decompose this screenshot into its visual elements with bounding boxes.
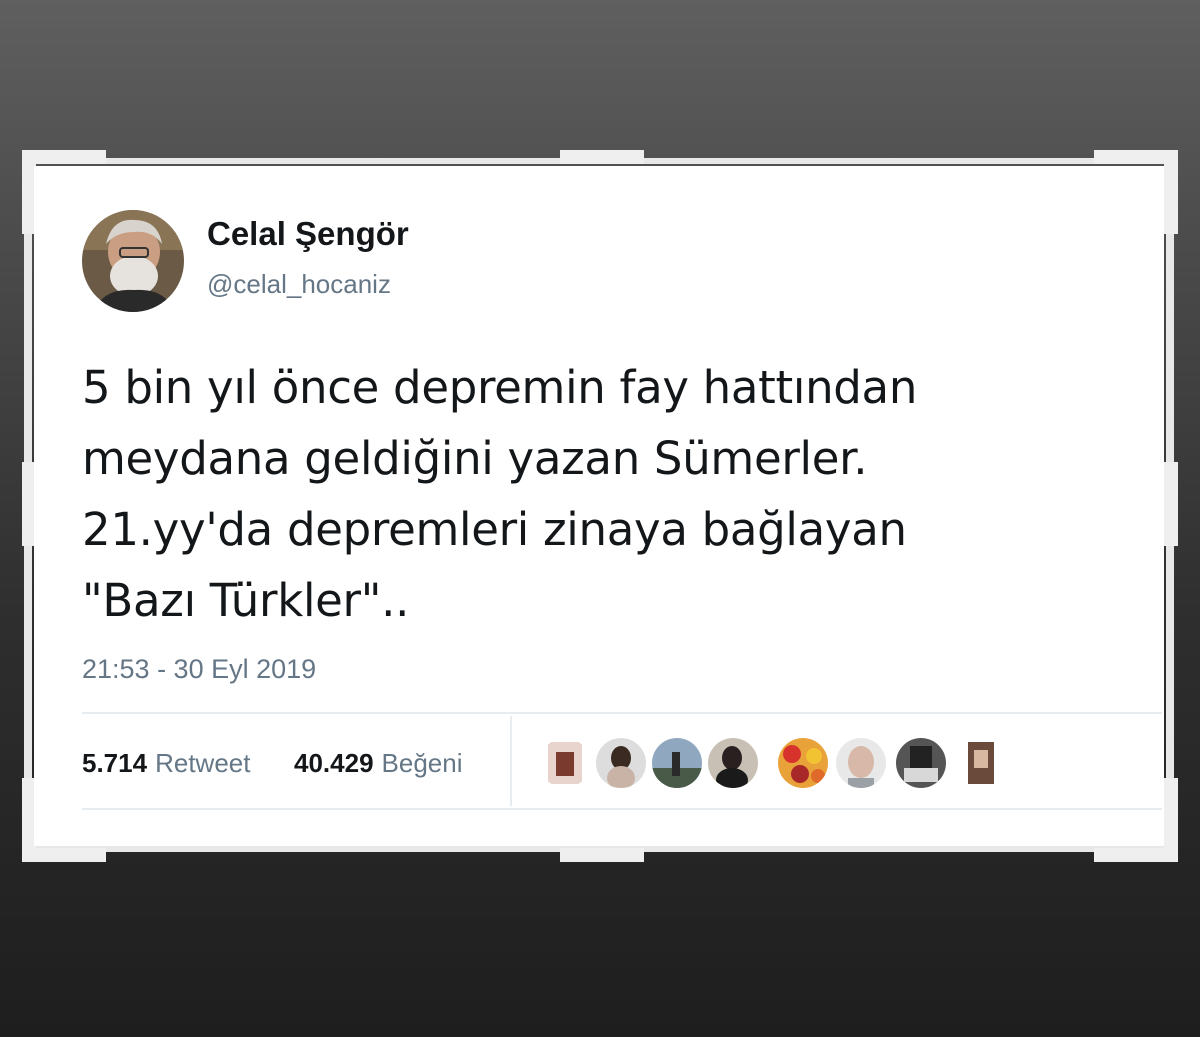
liker-avatar-2[interactable] [596, 738, 646, 788]
tweet-timestamp[interactable]: 21:53 - 30 Eyl 2019 [82, 654, 316, 685]
stats-divider-bottom [82, 808, 1162, 810]
tweet-text-line: meydana geldiğini yazan Sümerler. [82, 432, 868, 485]
author-name[interactable]: Celal Şengör [207, 215, 409, 253]
liker-avatar-4[interactable] [708, 738, 758, 788]
like-label: Beğeni [381, 748, 463, 778]
tweet-text: 5 bin yıl önce depremin fay hattından me… [82, 352, 1132, 636]
crop-handle-top-mid[interactable] [560, 150, 644, 164]
like-count: 40.429 [294, 748, 374, 778]
crop-handle-bottom-mid[interactable] [560, 848, 644, 862]
liker-avatar-1[interactable] [540, 738, 590, 788]
retweet-stat[interactable]: 5.714 Retweet [82, 748, 250, 779]
liker-avatar-6[interactable] [836, 738, 886, 788]
like-stat[interactable]: 40.429 Beğeni [294, 748, 463, 779]
liker-avatar-3[interactable] [652, 738, 702, 788]
stats-divider-vertical [510, 716, 512, 806]
tweet-text-line: 21.yy'da depremleri zinaya bağlayan [82, 503, 907, 556]
author-avatar[interactable] [82, 210, 184, 312]
stats-divider-top [82, 712, 1162, 714]
crop-handle-right-mid[interactable] [1164, 462, 1178, 546]
author-handle[interactable]: @celal_hocaniz [207, 269, 391, 300]
retweet-label: Retweet [155, 748, 251, 778]
crop-handle-top-right-v[interactable] [1164, 150, 1178, 234]
liker-avatar-7[interactable] [896, 738, 946, 788]
liker-avatar-5[interactable] [778, 738, 828, 788]
tweet-text-line: "Bazı Türkler".. [82, 574, 410, 627]
crop-handle-bottom-right-v[interactable] [1164, 778, 1178, 862]
liker-avatar-8[interactable] [956, 738, 1006, 788]
tweet-text-line: 5 bin yıl önce depremin fay hattından [82, 361, 918, 414]
retweet-count: 5.714 [82, 748, 148, 778]
